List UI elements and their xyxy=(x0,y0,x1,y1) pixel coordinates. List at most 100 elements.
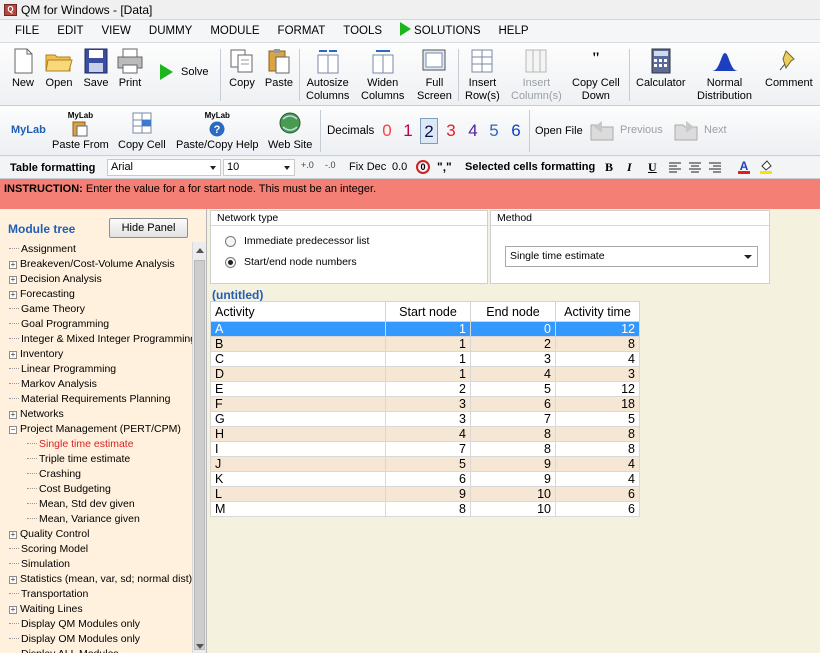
menu-edit[interactable]: EDIT xyxy=(48,20,92,42)
tree-item[interactable]: − Project Management (PERT/CPM) xyxy=(9,422,193,437)
tree-item[interactable]: + Inventory xyxy=(9,347,193,362)
tree-item[interactable]: Scoring Model xyxy=(9,542,193,557)
copy-cell-down-button[interactable]: " Copy Cell Down xyxy=(572,47,620,103)
table-row[interactable]: M 8 10 6 xyxy=(210,501,640,517)
tree-item[interactable]: Material Requirements Planning xyxy=(9,392,193,407)
table-row[interactable]: E 2 5 12 xyxy=(210,381,640,397)
font-size-select[interactable]: 10 xyxy=(223,159,295,176)
expand-icon[interactable]: + xyxy=(9,576,17,584)
tree-item[interactable]: Transportation xyxy=(9,587,193,602)
font-select[interactable]: Arial xyxy=(107,159,221,176)
activity-time-cell[interactable]: 5 xyxy=(555,411,640,427)
start-node-cell[interactable]: 2 xyxy=(385,381,471,397)
table-row[interactable]: G375 xyxy=(210,411,640,427)
tree-item[interactable]: Mean, Variance given xyxy=(9,512,193,527)
start-node-cell[interactable]: 6 xyxy=(385,471,471,487)
radio-start-end-node[interactable]: Start/end node numbers xyxy=(225,256,357,268)
end-node-cell[interactable]: 4 xyxy=(470,366,556,382)
paste-button[interactable]: Paste xyxy=(264,47,294,90)
calculator-button[interactable]: Calculator xyxy=(636,47,686,90)
align-center-icon[interactable] xyxy=(689,162,701,173)
tree-item[interactable]: Crashing xyxy=(9,467,193,482)
activity-cell[interactable]: C xyxy=(210,351,386,367)
decimals-2-button[interactable]: 2 xyxy=(420,118,438,144)
paste-from-button[interactable]: MyLab Paste From xyxy=(52,109,109,152)
header-activity-time[interactable]: Activity time xyxy=(555,301,640,322)
radio-button[interactable] xyxy=(225,235,236,247)
start-node-cell[interactable]: 1 xyxy=(385,321,471,337)
expand-icon[interactable]: + xyxy=(9,261,17,269)
decimals-3-button[interactable]: 3 xyxy=(442,118,460,144)
previous-button[interactable]: Previous xyxy=(588,117,663,143)
fill-color-icon[interactable] xyxy=(759,159,773,175)
menu-module[interactable]: MODULE xyxy=(201,20,268,42)
normal-distribution-button[interactable]: Normal Distribution xyxy=(697,47,752,103)
end-node-cell[interactable]: 7 xyxy=(470,411,556,427)
table-row[interactable]: D143 xyxy=(210,366,640,382)
activity-cell[interactable]: I xyxy=(210,441,386,457)
table-row[interactable]: K694 xyxy=(210,471,640,487)
full-screen-button[interactable]: Full Screen xyxy=(417,47,452,103)
align-left-icon[interactable] xyxy=(669,162,681,173)
end-node-cell[interactable]: 8 xyxy=(470,441,556,457)
menu-help[interactable]: HELP xyxy=(490,20,538,42)
tree-item[interactable]: Markov Analysis xyxy=(9,377,193,392)
tree-item[interactable]: Game Theory xyxy=(9,302,193,317)
decimals-6-button[interactable]: 6 xyxy=(507,118,525,144)
copy-button[interactable]: Copy xyxy=(227,47,257,90)
start-node-cell[interactable]: 7 xyxy=(385,441,471,457)
expand-icon[interactable]: + xyxy=(9,291,17,299)
start-node-cell[interactable]: 9 xyxy=(385,486,471,502)
insert-rows-button[interactable]: Insert Row(s) xyxy=(465,47,500,103)
activity-time-cell[interactable]: 6 xyxy=(555,501,640,517)
tree-item[interactable]: + Waiting Lines xyxy=(9,602,193,617)
activity-time-cell[interactable]: 8 xyxy=(555,441,640,457)
save-button[interactable]: Save xyxy=(81,47,111,90)
tree-item[interactable]: + Breakeven/Cost-Volume Analysis xyxy=(9,257,193,272)
activity-time-cell[interactable]: 4 xyxy=(555,456,640,472)
end-node-cell[interactable]: 9 xyxy=(470,471,556,487)
tree-item[interactable]: + Forecasting xyxy=(9,287,193,302)
tree-item[interactable]: Single time estimate xyxy=(9,437,193,452)
menu-view[interactable]: VIEW xyxy=(93,20,140,42)
start-node-cell[interactable]: 4 xyxy=(385,426,471,442)
table-row[interactable]: F 3 6 18 xyxy=(210,396,640,412)
tree-item[interactable]: Display OM Modules only xyxy=(9,632,193,647)
expand-icon[interactable]: + xyxy=(9,411,17,419)
end-node-cell[interactable]: 8 xyxy=(470,426,556,442)
end-node-cell[interactable]: 3 xyxy=(470,351,556,367)
table-row[interactable]: J594 xyxy=(210,456,640,472)
tree-item[interactable]: + Decision Analysis xyxy=(9,272,193,287)
activity-cell[interactable]: L xyxy=(210,486,386,502)
tree-item[interactable]: Goal Programming xyxy=(9,317,193,332)
start-node-cell[interactable]: 1 xyxy=(385,366,471,382)
underline-button[interactable]: U xyxy=(648,160,657,175)
activity-cell[interactable]: D xyxy=(210,366,386,382)
table-row[interactable]: B128 xyxy=(210,336,640,352)
menu-tools[interactable]: TOOLS xyxy=(334,20,391,42)
open-file-button[interactable]: Open File xyxy=(535,125,583,137)
menu-dummy[interactable]: DUMMY xyxy=(140,20,201,42)
activity-time-cell[interactable]: 6 xyxy=(555,486,640,502)
italic-button[interactable]: I xyxy=(627,160,632,175)
activity-time-cell[interactable]: 4 xyxy=(555,471,640,487)
tree-item[interactable]: Linear Programming xyxy=(9,362,193,377)
activity-cell[interactable]: A xyxy=(210,321,386,337)
end-node-cell[interactable]: 10 xyxy=(470,501,556,517)
start-node-cell[interactable]: 1 xyxy=(385,351,471,367)
new-button[interactable]: New xyxy=(8,47,38,90)
activity-cell[interactable]: B xyxy=(210,336,386,352)
comment-button[interactable]: Comment xyxy=(765,47,813,90)
tree-item[interactable]: Integer & Mixed Integer Programming xyxy=(9,332,193,347)
web-site-button[interactable]: Web Site xyxy=(268,109,312,152)
activity-cell[interactable]: J xyxy=(210,456,386,472)
print-button[interactable]: Print xyxy=(115,47,145,90)
table-row[interactable]: C134 xyxy=(210,351,640,367)
activity-time-cell[interactable]: 3 xyxy=(555,366,640,382)
expand-icon[interactable]: + xyxy=(9,351,17,359)
expand-icon[interactable]: + xyxy=(9,276,17,284)
expand-icon[interactable]: + xyxy=(9,606,17,614)
insert-columns-button[interactable]: Insert Column(s) xyxy=(511,47,562,103)
activity-cell[interactable]: F xyxy=(210,396,386,412)
scroll-thumb[interactable] xyxy=(194,260,205,650)
